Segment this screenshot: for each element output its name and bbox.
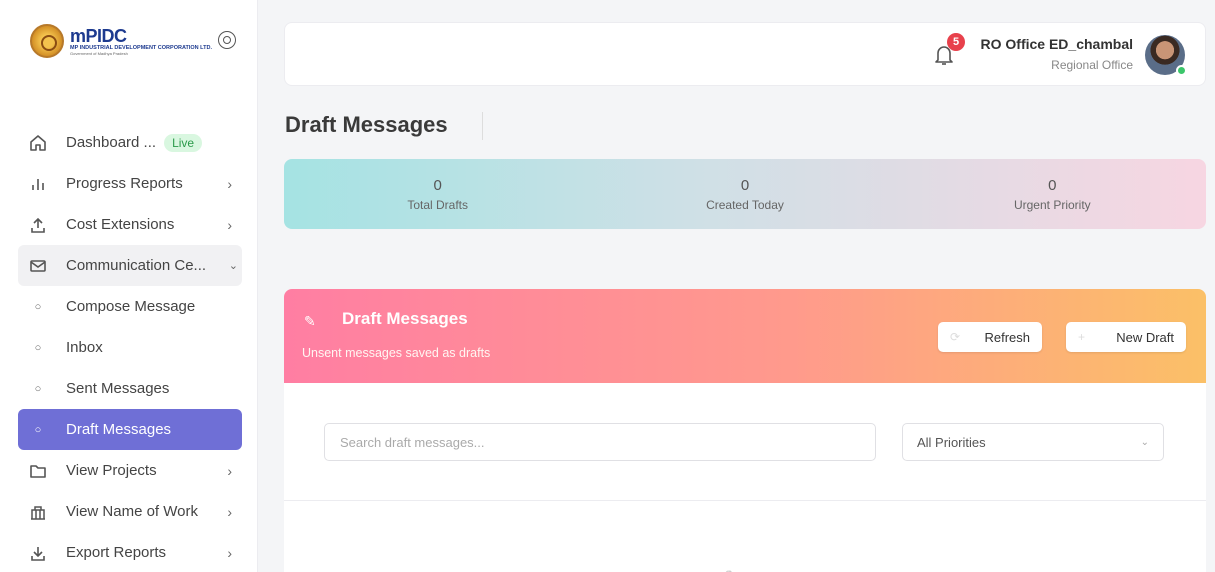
upload-icon xyxy=(28,215,48,235)
sidebar-item-export-reports[interactable]: Export Reports › xyxy=(18,532,242,572)
user-role: Regional Office xyxy=(1051,58,1133,72)
sidebar-item-view-name-of-work[interactable]: View Name of Work › xyxy=(18,491,242,532)
stats-bar: 0 Total Drafts 0 Created Today 0 Urgent … xyxy=(284,159,1206,229)
logo-mark: mPIDC xyxy=(70,25,127,46)
sidebar-item-label: Dashboard ... xyxy=(66,134,157,151)
stat-urgent-priority: 0 Urgent Priority xyxy=(899,159,1206,229)
card-title: Draft Messages xyxy=(342,309,468,328)
drafts-card-header: ✎ Draft Messages Unsent messages saved a… xyxy=(284,289,1206,383)
new-draft-button[interactable]: + New Draft xyxy=(1066,322,1186,352)
card-subtitle: Unsent messages saved as drafts xyxy=(302,346,491,360)
refresh-button[interactable]: ⟳ Refresh xyxy=(938,322,1042,352)
circle-icon: ○ xyxy=(34,382,42,395)
logo-government: Government of Madhya Pradesh xyxy=(70,50,128,56)
building-icon xyxy=(28,502,48,522)
sidebar-item-label: Inbox xyxy=(66,339,103,356)
stat-created-today: 0 Created Today xyxy=(591,159,898,229)
sidebar-toggle-icon[interactable] xyxy=(218,31,236,49)
circle-icon: ○ xyxy=(34,300,42,313)
bar-chart-icon xyxy=(28,174,48,194)
sidebar-item-label: Draft Messages xyxy=(66,421,172,438)
stat-label: Total Drafts xyxy=(407,197,468,212)
sidebar-item-inbox[interactable]: ○ Inbox xyxy=(18,327,242,368)
notification-count-badge: 5 xyxy=(947,33,965,51)
title-divider xyxy=(482,112,483,140)
brand-logo[interactable]: mPIDC MP INDUSTRIAL DEVELOPMENT CORPORAT… xyxy=(30,24,212,58)
sidebar-item-label: Progress Reports xyxy=(66,175,183,192)
empty-state-pencil-icon: ✎ xyxy=(722,565,744,572)
government-emblem-icon xyxy=(30,24,64,58)
pencil-icon: ✎ xyxy=(304,313,316,329)
filter-row: Search draft messages... All Priorities … xyxy=(284,383,1206,501)
chevron-right-icon: › xyxy=(227,462,232,479)
sidebar-item-label: Export Reports xyxy=(66,544,167,561)
sidebar-item-label: Communication Ce... xyxy=(66,257,207,274)
refresh-icon: ⟳ xyxy=(950,330,961,344)
sidebar-item-dashboard[interactable]: Dashboard ... Live xyxy=(18,122,242,163)
stat-value: 0 xyxy=(740,176,750,194)
sidebar-item-label: Cost Extensions xyxy=(66,216,175,233)
stat-label: Created Today xyxy=(706,197,784,212)
sidebar-item-draft-messages[interactable]: ○ Draft Messages xyxy=(18,409,242,450)
priority-select[interactable]: All Priorities ⌄ xyxy=(902,423,1164,461)
sidebar: mPIDC MP INDUSTRIAL DEVELOPMENT CORPORAT… xyxy=(0,0,258,572)
circle-icon: ○ xyxy=(34,341,42,354)
refresh-button-label: Refresh xyxy=(984,329,1030,345)
stat-value: 0 xyxy=(1048,176,1057,194)
home-icon xyxy=(28,133,48,153)
folder-icon xyxy=(28,461,48,481)
download-icon xyxy=(28,543,48,563)
sidebar-nav: Dashboard ... Live Progress Reports › Co… xyxy=(18,122,242,572)
online-status-dot xyxy=(1176,65,1187,76)
plus-icon: + xyxy=(1078,330,1086,344)
sidebar-item-cost-extensions[interactable]: Cost Extensions › xyxy=(18,204,242,245)
live-badge: Live xyxy=(164,133,203,152)
chevron-right-icon: › xyxy=(227,216,232,233)
page-title: Draft Messages xyxy=(285,112,448,137)
chevron-right-icon: › xyxy=(227,175,232,192)
top-bar: 5 RO Office ED_chambal Regional Office xyxy=(284,22,1206,86)
circle-icon: ○ xyxy=(34,423,42,436)
sidebar-item-label: Compose Message xyxy=(66,298,196,315)
sidebar-item-label: Sent Messages xyxy=(66,380,170,397)
chevron-down-icon: ⌄ xyxy=(1140,436,1149,448)
search-input[interactable]: Search draft messages... xyxy=(324,423,876,461)
sidebar-item-communication-center[interactable]: Communication Ce... ⌄ xyxy=(18,245,242,286)
stat-total-drafts: 0 Total Drafts xyxy=(284,159,591,229)
chevron-right-icon: › xyxy=(227,544,232,561)
mail-icon xyxy=(28,256,48,276)
sidebar-item-view-projects[interactable]: View Projects › xyxy=(18,450,242,491)
sidebar-item-sent-messages[interactable]: ○ Sent Messages xyxy=(18,368,242,409)
sidebar-item-label: View Projects xyxy=(66,462,157,479)
stat-value: 0 xyxy=(433,176,442,194)
drafts-card: ✎ Draft Messages Unsent messages saved a… xyxy=(284,289,1206,572)
new-draft-button-label: New Draft xyxy=(1116,329,1174,345)
chevron-down-icon: ⌄ xyxy=(228,260,238,272)
user-name[interactable]: RO Office ED_chambal xyxy=(981,36,1134,52)
priority-select-value: All Priorities xyxy=(917,434,986,450)
chevron-right-icon: › xyxy=(227,503,232,520)
sidebar-item-progress-reports[interactable]: Progress Reports › xyxy=(18,163,242,204)
stat-label: Urgent Priority xyxy=(1013,197,1091,212)
sidebar-item-compose-message[interactable]: ○ Compose Message xyxy=(18,286,242,327)
sidebar-item-label: View Name of Work xyxy=(66,503,198,520)
